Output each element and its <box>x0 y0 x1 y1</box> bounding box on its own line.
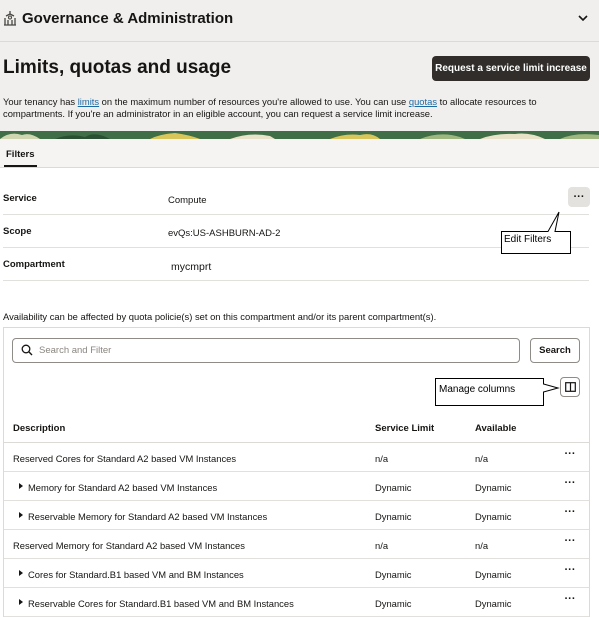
row-available: n/a <box>475 453 489 464</box>
table-row[interactable]: Memory for Standard A2 based VM Instance… <box>4 472 589 501</box>
row-service-limit: Dynamic <box>375 511 412 522</box>
limits-link[interactable]: limits <box>78 96 99 107</box>
row-actions-button[interactable]: ··· <box>561 478 579 492</box>
tab-filters[interactable]: Filters <box>4 139 37 167</box>
service-value: Compute <box>168 195 207 206</box>
table-row[interactable]: Reserved Cores for Standard A2 based VM … <box>4 443 589 472</box>
row-description: Reserved Cores for Standard A2 based VM … <box>13 453 237 464</box>
row-available: Dynamic <box>475 598 512 609</box>
search-button[interactable]: Search <box>530 338 580 363</box>
row-description: Memory for Standard A2 based VM Instance… <box>28 482 218 493</box>
columns-icon <box>564 382 576 392</box>
column-header-service-limit[interactable]: Service Limit <box>375 423 434 434</box>
chevron-down-icon[interactable] <box>577 12 589 24</box>
expand-row-icon[interactable] <box>19 512 23 518</box>
row-available: Dynamic <box>475 569 512 580</box>
page-banner: Limits, quotas and usage Request a servi… <box>0 42 599 139</box>
row-actions-button[interactable]: ··· <box>561 507 579 521</box>
quota-policy-note: Availability can be affected by quota po… <box>3 311 437 322</box>
expand-row-icon[interactable] <box>19 570 23 576</box>
edit-filters-button[interactable]: ··· <box>568 187 590 207</box>
service-label: Service <box>3 193 37 204</box>
expand-row-icon[interactable] <box>19 483 23 489</box>
manage-columns-button[interactable] <box>560 377 580 397</box>
row-actions-button[interactable]: ··· <box>561 536 579 550</box>
table-row[interactable]: Reservable Memory for Standard A2 based … <box>4 501 589 530</box>
section-title: Governance & Administration <box>22 10 234 27</box>
tab-bar: Filters <box>0 139 599 168</box>
row-service-limit: Dynamic <box>375 482 412 493</box>
intro-text: Your tenancy has limits on the maximum n… <box>3 96 563 120</box>
row-actions-button[interactable]: ··· <box>561 565 579 579</box>
row-service-limit: Dynamic <box>375 598 412 609</box>
search-icon <box>21 344 33 356</box>
intro-text-part: on the maximum number of resources you'r… <box>99 96 409 107</box>
edit-filters-callout-text: Edit Filters <box>504 234 552 245</box>
scope-label: Scope <box>3 226 32 237</box>
row-description: Reservable Cores for Standard.B1 based V… <box>28 598 294 609</box>
row-service-limit: Dynamic <box>375 569 412 580</box>
row-actions-button[interactable]: ··· <box>561 449 579 463</box>
governance-icon <box>4 11 16 26</box>
row-service-limit: n/a <box>375 453 389 464</box>
manage-columns-callout-text: Manage columns <box>439 384 516 395</box>
table-row[interactable]: Reserved Memory for Standard A2 based VM… <box>4 530 589 559</box>
quotas-link[interactable]: quotas <box>409 96 437 107</box>
page-title: Limits, quotas and usage <box>3 57 232 78</box>
row-service-limit: n/a <box>375 540 389 551</box>
column-header-available[interactable]: Available <box>475 423 516 434</box>
section-header[interactable]: Governance & Administration <box>0 0 599 42</box>
search-input[interactable] <box>12 338 520 363</box>
compartment-label: Compartment <box>3 259 65 270</box>
expand-row-icon[interactable] <box>19 599 23 605</box>
table-row[interactable]: Reservable Cores for Standard.B1 based V… <box>4 588 589 617</box>
banner-foliage-decoration <box>0 131 599 139</box>
compartment-value: mycmprt <box>171 261 212 273</box>
row-description: Reserved Memory for Standard A2 based VM… <box>13 540 245 551</box>
scope-value: evQs:US-ASHBURN-AD-2 <box>168 228 281 239</box>
table-row[interactable]: Cores for Standard.B1 based VM and BM In… <box>4 559 589 588</box>
row-description: Reservable Memory for Standard A2 based … <box>28 511 268 522</box>
column-header-description[interactable]: Description <box>13 423 65 434</box>
intro-text-part: Your tenancy has <box>3 96 78 107</box>
row-actions-button[interactable]: ··· <box>561 594 579 608</box>
row-available: n/a <box>475 540 489 551</box>
row-available: Dynamic <box>475 511 512 522</box>
row-available: Dynamic <box>475 482 512 493</box>
request-limit-increase-button[interactable]: Request a service limit increase <box>432 56 590 81</box>
row-description: Cores for Standard.B1 based VM and BM In… <box>28 569 244 580</box>
